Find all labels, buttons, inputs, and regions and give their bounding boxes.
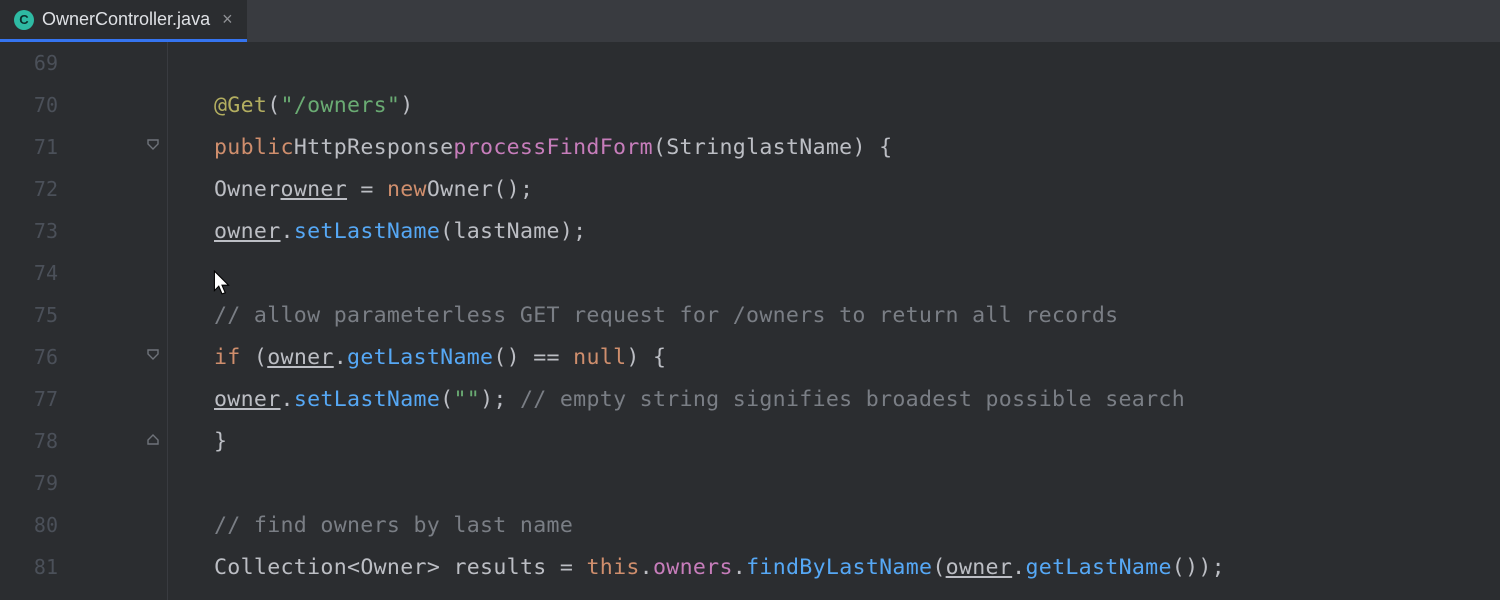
class-file-icon: C [14, 10, 34, 30]
line-number: 69 [0, 51, 58, 75]
line-number: 72 [0, 177, 58, 201]
editor-tab-bar: C OwnerController.java × [0, 0, 1500, 42]
line-number: 75 [0, 303, 58, 327]
tab-filename: OwnerController.java [42, 9, 210, 30]
editor-area: 69 70 71 72 73 74 75 76 77 78 79 [0, 42, 1500, 600]
line-number: 70 [0, 93, 58, 117]
line-number: 79 [0, 471, 58, 495]
line-number: 80 [0, 513, 58, 537]
close-tab-icon[interactable]: × [222, 9, 233, 30]
line-number: 76 [0, 345, 58, 369]
fold-toggle-icon[interactable] [80, 123, 159, 171]
line-number: 78 [0, 429, 58, 453]
line-number: 74 [0, 261, 58, 285]
line-number: 77 [0, 387, 58, 411]
line-number: 73 [0, 219, 58, 243]
line-number: 81 [0, 555, 58, 579]
fold-toggle-icon[interactable] [80, 417, 159, 465]
code-content[interactable]: @Get("/owners") public HttpResponse proc… [168, 42, 1500, 600]
file-tab[interactable]: C OwnerController.java × [0, 0, 247, 42]
fold-toggle-icon[interactable] [80, 333, 159, 381]
line-number: 71 [0, 135, 58, 159]
gutter: 69 70 71 72 73 74 75 76 77 78 79 [0, 42, 168, 600]
